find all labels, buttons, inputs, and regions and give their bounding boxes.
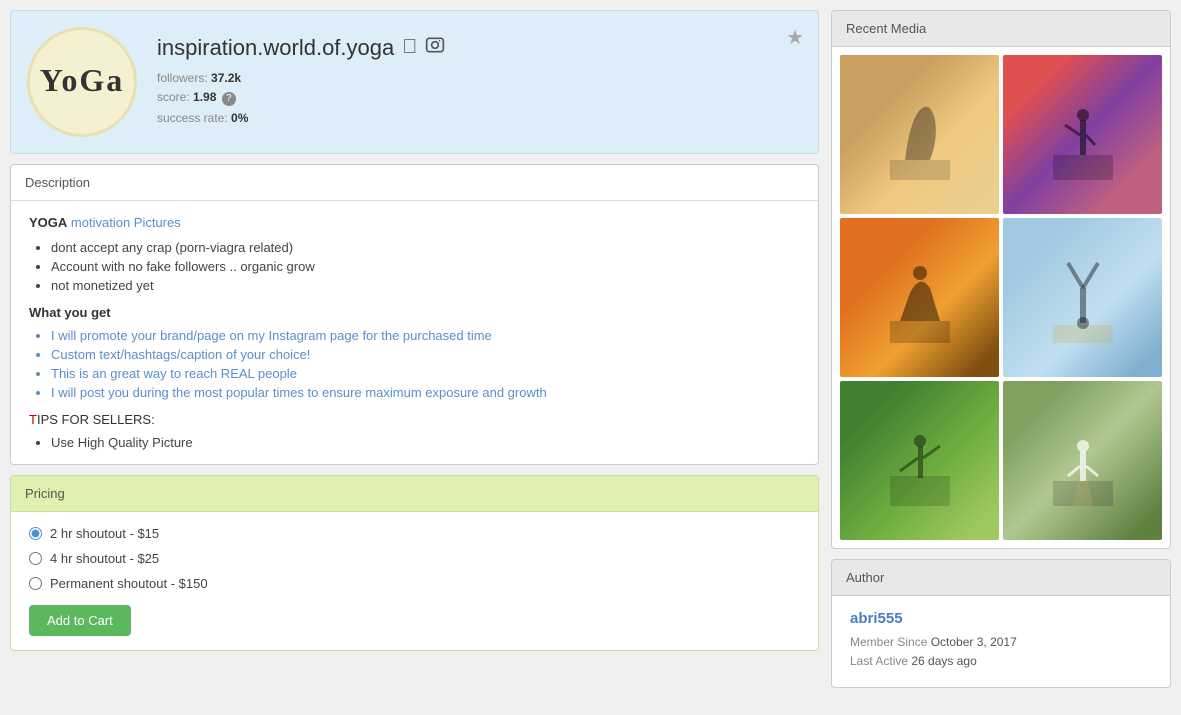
- success-label: success rate:: [157, 111, 228, 125]
- author-member-since-date: October 3, 2017: [931, 635, 1017, 649]
- description-title: YOGA motivation Pictures: [29, 215, 800, 230]
- svg-text:YoGa: YoGa: [40, 62, 124, 98]
- list-item: I will post you during the most popular …: [51, 385, 800, 400]
- author-body: abri555 Member Since October 3, 2017 Las…: [832, 596, 1170, 687]
- score-label: score:: [157, 90, 190, 104]
- pricing-label-1[interactable]: 2 hr shoutout - $15: [50, 526, 159, 541]
- instagram-icon: : [402, 36, 417, 59]
- pricing-radio-1[interactable]: [29, 527, 42, 540]
- author-member-since: Member Since October 3, 2017: [850, 635, 1152, 649]
- tips-list: Use High Quality Picture: [29, 435, 800, 450]
- pricing-option-2[interactable]: 4 hr shoutout - $25: [29, 551, 800, 566]
- what-you-get-list: I will promote your brand/page on my Ins…: [29, 328, 800, 400]
- list-item: not monetized yet: [51, 278, 800, 293]
- pricing-body: 2 hr shoutout - $15 4 hr shoutout - $25 …: [11, 512, 818, 650]
- avatar-text: YoGa: [37, 53, 127, 111]
- recent-media-card: Recent Media: [831, 10, 1171, 549]
- list-item: I will promote your brand/page on my Ins…: [51, 328, 800, 343]
- pricing-radio-2[interactable]: [29, 552, 42, 565]
- list-item: dont accept any crap (porn-viagra relate…: [51, 240, 800, 255]
- avatar: YoGa: [27, 27, 137, 137]
- author-card: Author abri555 Member Since October 3, 2…: [831, 559, 1171, 688]
- what-you-get-header: What you get: [29, 305, 800, 320]
- profile-info: inspiration.world.of.yoga  followers: 3…: [157, 35, 802, 130]
- list-item: Use High Quality Picture: [51, 435, 800, 450]
- description-body: YOGA motivation Pictures dont accept any…: [11, 201, 818, 464]
- media-thumb-5[interactable]: [840, 381, 999, 540]
- success-stat: success rate: 0%: [157, 111, 802, 125]
- pricing-label-3[interactable]: Permanent shoutout - $150: [50, 576, 208, 591]
- description-card: Description YOGA motivation Pictures don…: [10, 164, 819, 465]
- profile-title: inspiration.world.of.yoga : [157, 35, 802, 61]
- pricing-option-1[interactable]: 2 hr shoutout - $15: [29, 526, 800, 541]
- recent-media-header: Recent Media: [832, 11, 1170, 47]
- followers-stat: followers: 37.2k: [157, 71, 802, 85]
- profile-card: YoGa inspiration.world.of.yoga  fol: [10, 10, 819, 154]
- author-last-active: Last Active 26 days ago: [850, 654, 1152, 668]
- followers-value: 37.2k: [211, 71, 241, 85]
- media-thumb-6[interactable]: [1003, 381, 1162, 540]
- favorite-star-icon[interactable]: ★: [786, 25, 804, 50]
- score-help-icon[interactable]: ?: [222, 92, 236, 106]
- list-item: Custom text/hashtags/caption of your cho…: [51, 347, 800, 362]
- tips-header: TIPS FOR SELLERS:: [29, 412, 800, 427]
- success-value: 0%: [231, 111, 248, 125]
- instagram-camera-icon: [425, 35, 445, 60]
- followers-label: followers:: [157, 71, 208, 85]
- pricing-card: Pricing 2 hr shoutout - $15 4 hr shoutou…: [10, 475, 819, 651]
- description-header: Description: [11, 165, 818, 201]
- score-value: 1.98: [193, 90, 216, 104]
- media-thumb-3[interactable]: [840, 218, 999, 377]
- media-grid: [832, 47, 1170, 548]
- desc-yoga: YOGA: [29, 215, 67, 230]
- author-header: Author: [832, 560, 1170, 596]
- list-item: This is an great way to reach REAL peopl…: [51, 366, 800, 381]
- desc-motivation: motivation Pictures: [71, 215, 181, 230]
- author-last-active-value: 26 days ago: [911, 654, 976, 668]
- list-item: Account with no fake followers .. organi…: [51, 259, 800, 274]
- pricing-radio-3[interactable]: [29, 577, 42, 590]
- media-thumb-4[interactable]: [1003, 218, 1162, 377]
- profile-username: inspiration.world.of.yoga: [157, 35, 394, 61]
- author-name[interactable]: abri555: [850, 610, 1152, 627]
- pricing-header: Pricing: [11, 476, 818, 512]
- add-to-cart-button[interactable]: Add to Cart: [29, 605, 131, 636]
- media-thumb-2[interactable]: [1003, 55, 1162, 214]
- media-thumb-1[interactable]: [840, 55, 999, 214]
- pricing-label-2[interactable]: 4 hr shoutout - $25: [50, 551, 159, 566]
- score-stat: score: 1.98 ?: [157, 90, 802, 106]
- description-list: dont accept any crap (porn-viagra relate…: [29, 240, 800, 293]
- pricing-option-3[interactable]: Permanent shoutout - $150: [29, 576, 800, 591]
